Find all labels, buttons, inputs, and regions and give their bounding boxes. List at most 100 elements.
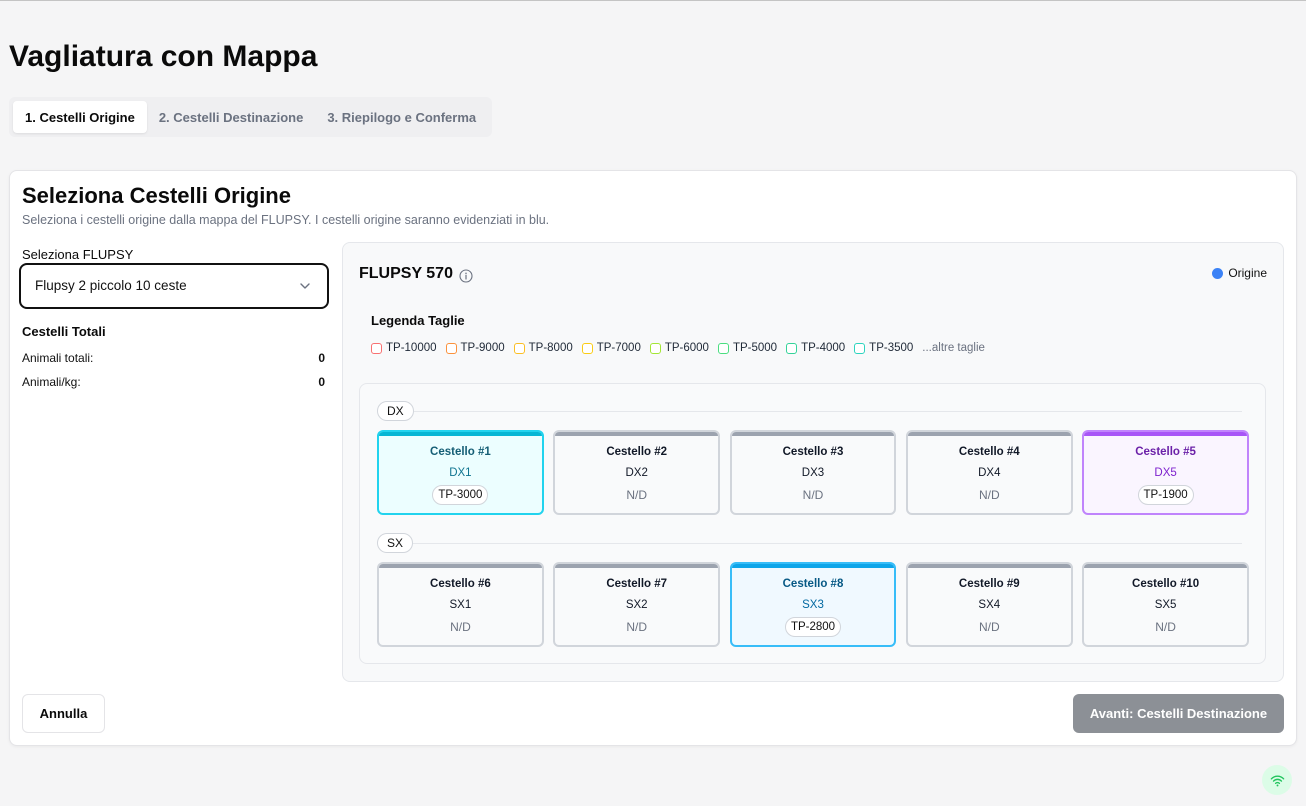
- size-legend-label: TP-4000: [801, 342, 846, 354]
- basket-status-bar: [555, 564, 719, 568]
- basket-name: Cestello #4: [958, 446, 1020, 458]
- basket-size-empty: N/D: [626, 620, 648, 634]
- basket-status-bar: [731, 564, 895, 568]
- basket-size: N/D: [555, 485, 718, 505]
- step-card: Seleziona Cestelli Origine Seleziona i c…: [9, 170, 1297, 746]
- flupsy-select-value: Flupsy 2 piccolo 10 ceste: [35, 278, 187, 293]
- stat-value: 0: [318, 351, 325, 365]
- basket-size-empty: N/D: [802, 488, 824, 502]
- basket-card-8[interactable]: Cestello #8 SX3 TP-2800: [729, 562, 897, 647]
- stat-row-animali-totali: Animali totali: 0: [22, 350, 325, 366]
- size-legend-label: TP-8000: [528, 342, 573, 354]
- chevron-down-icon: [300, 283, 310, 289]
- row-divider: [413, 410, 1242, 412]
- basket-name: Cestello #6: [430, 578, 491, 590]
- size-legend-items: TP-10000 TP-9000 TP-8000 TP-7000 TP-6000 TP-5…: [371, 340, 985, 356]
- basket-status-bar: [555, 432, 719, 436]
- basket-name: Cestello #10: [1132, 578, 1200, 590]
- basket-status-bar: [731, 432, 895, 436]
- row-section-sx: SX Cestello #6 SX1 N/D Cestello #7 SX2 N/D Cest…: [377, 533, 1249, 647]
- basket-card-9[interactable]: Cestello #9 SX4 N/D: [905, 562, 1073, 647]
- basket-size: N/D: [555, 617, 718, 637]
- basket-size: N/D: [908, 617, 1071, 637]
- size-legend-title: Legenda Taglie: [371, 313, 465, 328]
- basket-card-3[interactable]: Cestello #3 DX3 N/D: [729, 430, 897, 515]
- flupsy-select[interactable]: Flupsy 2 piccolo 10 ceste: [19, 263, 329, 309]
- basket-size-empty: N/D: [978, 488, 1000, 502]
- basket-size: TP-3000: [379, 485, 542, 505]
- info-icon[interactable]: [459, 268, 473, 283]
- size-legend-item: TP-8000: [513, 340, 573, 356]
- basket-card-2[interactable]: Cestello #2 DX2 N/D: [553, 430, 721, 515]
- tab-riepilogo-conferma[interactable]: 3. Riepilogo e Conferma: [315, 101, 488, 133]
- basket-name: Cestello #9: [958, 578, 1020, 590]
- basket-card-5[interactable]: Cestello #5 DX5 TP-1900: [1082, 430, 1249, 515]
- next-button[interactable]: Avanti: Cestelli Destinazione: [1073, 694, 1284, 733]
- basket-card-1[interactable]: Cestello #1 DX1 TP-3000: [377, 430, 544, 515]
- size-legend-label: TP-5000: [732, 342, 778, 354]
- cancel-button[interactable]: Annulla: [22, 694, 105, 733]
- basket-size: N/D: [1084, 617, 1247, 637]
- row-section-dx: DX Cestello #1 DX1 TP-3000 Cestello #2 DX2 N/D…: [377, 401, 1249, 515]
- basket-size-empty: N/D: [626, 488, 648, 502]
- basket-card-4[interactable]: Cestello #4 DX4 N/D: [905, 430, 1073, 515]
- wifi-icon: [1270, 775, 1284, 786]
- origin-legend-label: Origine: [1228, 266, 1267, 280]
- size-legend-swatch: [717, 342, 729, 354]
- basket-name: Cestello #2: [606, 446, 668, 458]
- row-label-dx: DX: [377, 401, 414, 421]
- basket-name: Cestello #1: [430, 446, 491, 458]
- page-title: Vagliatura con Mappa: [9, 40, 318, 73]
- basket-code: DX1: [449, 467, 472, 479]
- flupsy-map-header: FLUPSY 570: [359, 263, 473, 285]
- basket-card-10[interactable]: Cestello #10 SX5 N/D: [1082, 562, 1249, 647]
- basket-code: DX3: [801, 467, 825, 479]
- basket-code: DX4: [978, 467, 1001, 479]
- basket-row: Cestello #6 SX1 N/D Cestello #7 SX2 N/D Cestel…: [377, 562, 1249, 647]
- basket-size: TP-1900: [1084, 485, 1247, 505]
- size-legend-item: TP-6000: [649, 340, 709, 356]
- basket-code: DX5: [1154, 467, 1177, 479]
- origin-legend-dot: [1212, 267, 1224, 279]
- basket-card-7[interactable]: Cestello #7 SX2 N/D: [553, 562, 721, 647]
- flupsy-select-label: Seleziona FLUPSY: [22, 247, 134, 262]
- window-top-border: [0, 0, 1306, 1]
- step-description: Seleziona i cestelli origine dalla mappa…: [22, 213, 550, 227]
- basket-status-bar: [379, 432, 542, 436]
- basket-card-6[interactable]: Cestello #6 SX1 N/D: [377, 562, 544, 647]
- basket-row: Cestello #1 DX1 TP-3000 Cestello #2 DX2 N/D Ce…: [377, 430, 1249, 515]
- connection-status-badge: [1262, 765, 1292, 795]
- basket-status-bar: [1084, 432, 1247, 436]
- basket-status-bar: [379, 564, 542, 568]
- row-label-sx: SX: [377, 533, 414, 553]
- size-legend-label: TP-10000: [386, 342, 437, 354]
- size-legend-swatch: [854, 342, 866, 354]
- basket-code: SX1: [449, 599, 472, 611]
- basket-size-empty: N/D: [450, 620, 471, 634]
- flupsy-map-panel: FLUPSY 570 Origine Legenda Taglie TP-100…: [342, 242, 1284, 682]
- step-title: Seleziona Cestelli Origine: [22, 183, 291, 208]
- basket-code: DX2: [625, 467, 648, 479]
- size-legend-swatch: [581, 342, 593, 354]
- size-legend-item: TP-10000: [371, 340, 437, 356]
- stat-value: 0: [318, 375, 325, 389]
- tab-cestelli-destinazione[interactable]: 2. Cestelli Destinazione: [147, 101, 316, 133]
- basket-code: SX2: [625, 599, 648, 611]
- basket-size-badge: TP-2800: [784, 617, 842, 637]
- basket-size-empty: N/D: [1155, 620, 1176, 634]
- basket-status-bar: [1084, 564, 1247, 568]
- size-legend-label: TP-7000: [596, 342, 641, 354]
- basket-name: Cestello #5: [1135, 446, 1196, 458]
- basket-size: N/D: [732, 485, 895, 505]
- size-legend-label: TP-9000: [460, 342, 505, 354]
- size-legend-item: TP-9000: [445, 340, 505, 356]
- size-legend-swatch: [513, 342, 525, 354]
- basket-code: SX4: [978, 599, 1001, 611]
- row-divider: [413, 542, 1242, 544]
- size-legend-swatch: [786, 342, 798, 354]
- stat-label: Animali totali:: [22, 351, 94, 365]
- basket-size-empty: N/D: [978, 620, 1000, 634]
- basket-size: N/D: [379, 617, 542, 637]
- size-legend-more: ...altre taglie: [922, 342, 985, 354]
- tab-cestelli-origine[interactable]: 1. Cestelli Origine: [13, 101, 147, 133]
